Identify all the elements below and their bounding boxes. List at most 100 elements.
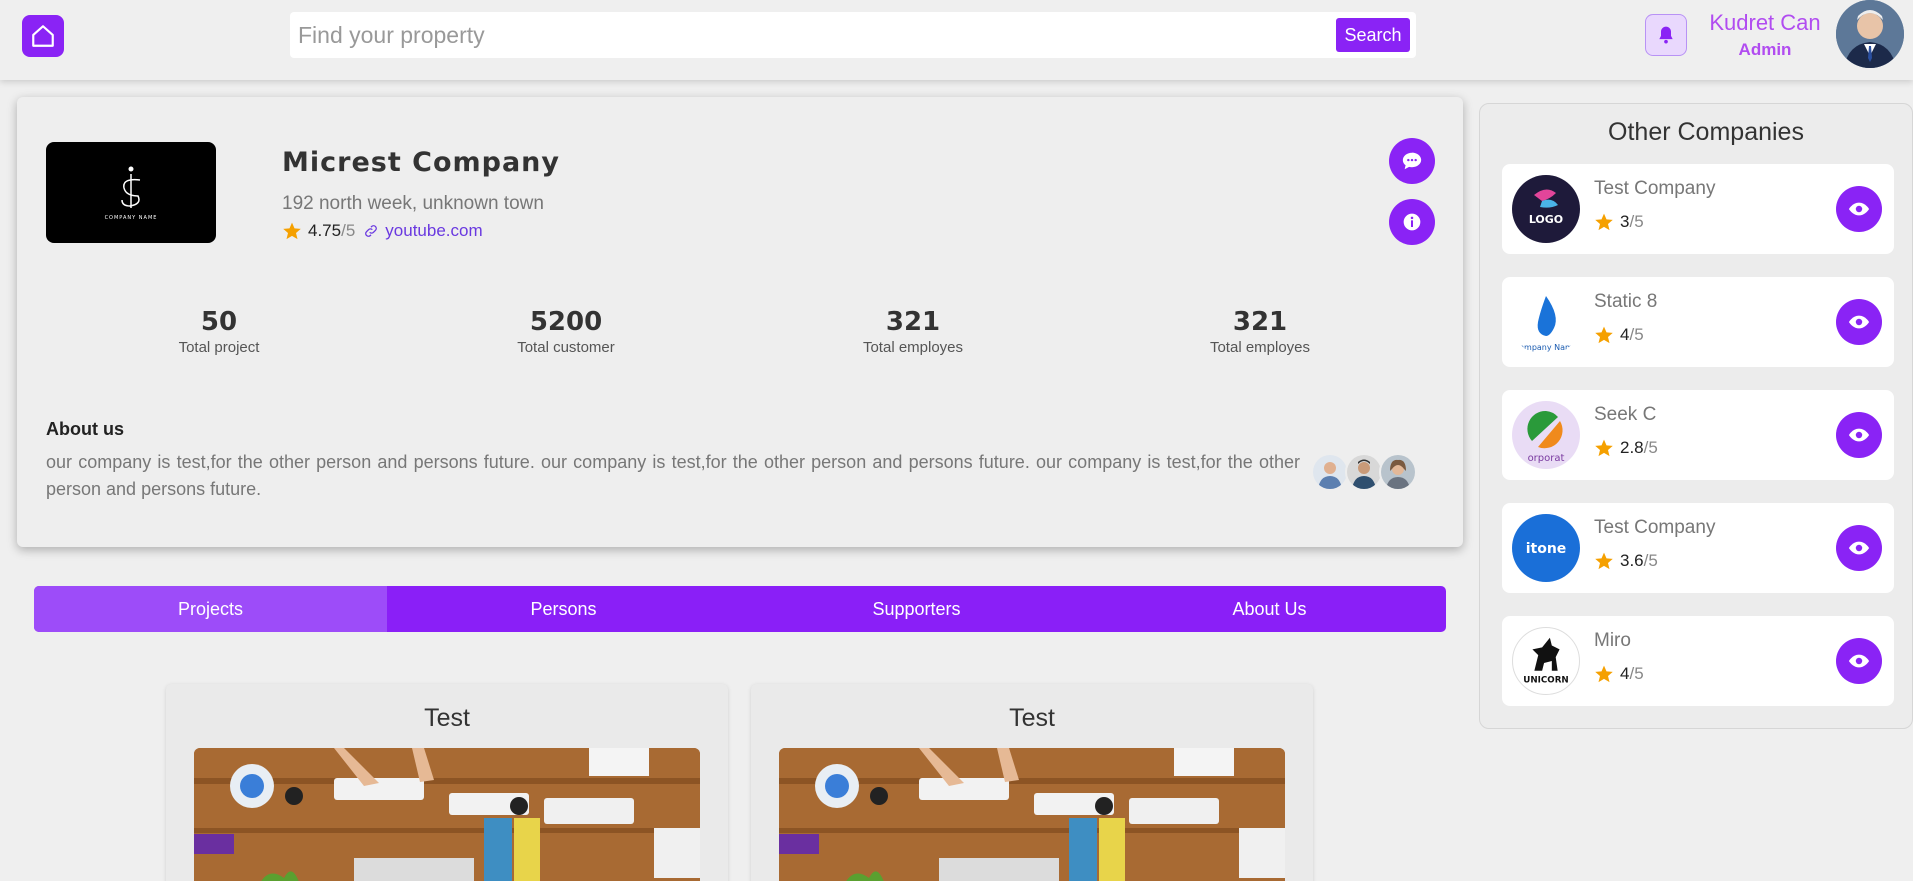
company-list-rating: 3 /5 (1594, 212, 1644, 232)
bell-icon (1659, 26, 1673, 44)
team-avatar[interactable] (1345, 453, 1383, 491)
eye-icon (1848, 202, 1870, 216)
project-card[interactable]: Test (751, 684, 1313, 881)
view-company-button[interactable] (1836, 638, 1882, 684)
rating-value: 3.6 (1620, 551, 1644, 570)
view-company-button[interactable] (1836, 412, 1882, 458)
other-companies-title: Other Companies (1608, 118, 1804, 146)
eye-icon (1848, 428, 1870, 442)
company-logo: COMPANY NAME (46, 142, 216, 243)
eye-icon (1848, 654, 1870, 668)
other-companies-panel: Other Companies LOGO Test Company 3 /5 o… (1479, 103, 1913, 729)
user-name[interactable]: Kudret Can (1700, 10, 1830, 36)
eye-icon (1848, 541, 1870, 555)
home-icon (32, 25, 54, 47)
company-list-logo: orporat (1512, 401, 1580, 469)
team-avatar[interactable] (1311, 453, 1349, 491)
stat-total-project: 50 Total project (119, 307, 319, 356)
rating-value: 4 (1620, 664, 1630, 683)
company-list-logo: ompany Nam (1512, 288, 1580, 356)
stat-value: 50 (200, 307, 238, 337)
tab-projects[interactable]: Projects (34, 586, 387, 632)
info-button[interactable] (1389, 199, 1435, 245)
team-avatar[interactable] (1379, 453, 1417, 491)
notifications-button[interactable] (1645, 14, 1687, 56)
stat-value: 321 (1232, 307, 1288, 337)
avatar-portrait (1836, 0, 1904, 68)
about-text: our company is test,for the other person… (46, 452, 1300, 499)
company-list-logo: itone (1512, 514, 1580, 582)
company-list-name: Test Company (1594, 178, 1716, 199)
rating-max: /5 (1629, 664, 1644, 683)
top-header: Search Kudret Can Admin (0, 0, 1913, 80)
rating-value: 2.8 (1620, 438, 1644, 457)
company-list-rating: 4 /5 (1594, 664, 1644, 684)
star-icon (283, 222, 301, 240)
team-avatars (1311, 453, 1417, 491)
view-company-button[interactable] (1836, 186, 1882, 232)
stat-label: Total employes (1209, 339, 1311, 356)
stat-total-employes: 321 Total employes (813, 307, 1013, 356)
search-input[interactable] (298, 18, 1318, 52)
company-list-item[interactable]: orporat Seek C 2.8 /5 (1502, 390, 1894, 480)
company-list-logo: UNICORN (1512, 627, 1580, 695)
tab-persons[interactable]: Persons (387, 586, 740, 632)
company-card: COMPANY NAME Micrest Company 192 north w… (17, 97, 1463, 547)
about-title: About us (46, 419, 124, 439)
star-icon (1595, 213, 1613, 231)
company-list-name: Seek C (1594, 404, 1657, 425)
stat-value: 321 (885, 307, 941, 337)
svg-text:itone: itone (1526, 541, 1567, 557)
rating-value: 4.75 (308, 221, 342, 240)
rating-max: /5 (1643, 438, 1658, 457)
stat-label: Total employes (862, 339, 964, 356)
svg-text:orporat: orporat (1528, 453, 1565, 464)
company-website-link[interactable]: youtube.com (385, 221, 482, 241)
company-list-item[interactable]: LOGO Test Company 3 /5 (1502, 164, 1894, 254)
star-icon (1595, 326, 1613, 344)
rating-max: /5 (341, 221, 356, 240)
star-icon (1595, 665, 1613, 683)
search-button[interactable]: Search (1336, 18, 1410, 52)
project-title: Test (1009, 704, 1055, 732)
company-rating: 4.75 /5 youtube.com (282, 221, 483, 241)
tab-about-us[interactable]: About Us (1093, 586, 1446, 632)
section-tabs: Projects Persons Supporters About Us (34, 586, 1446, 632)
chat-icon (1402, 152, 1422, 170)
tab-supporters[interactable]: Supporters (740, 586, 1093, 632)
stat-label: Total project (178, 339, 260, 356)
view-company-button[interactable] (1836, 299, 1882, 345)
stat-value: 5200 (529, 307, 603, 337)
project-card[interactable]: Test (166, 684, 728, 881)
rating-max: /5 (1629, 325, 1644, 344)
search-bar: Search (290, 12, 1416, 58)
link-icon (365, 225, 378, 237)
user-avatar[interactable] (1836, 0, 1904, 68)
svg-text:LOGO: LOGO (1529, 213, 1563, 226)
message-button[interactable] (1389, 138, 1435, 184)
company-list-rating: 3.6 /5 (1594, 551, 1658, 571)
rating-value: 3 (1620, 212, 1630, 231)
eye-icon (1848, 315, 1870, 329)
svg-text:UNICORN: UNICORN (1523, 675, 1568, 685)
company-list-name: Static 8 (1594, 291, 1658, 312)
company-logo-caption: COMPANY NAME (104, 215, 158, 221)
company-list-name: Test Company (1594, 517, 1716, 538)
project-image (779, 748, 1285, 881)
company-address: 192 north week, unknown town (282, 193, 544, 214)
stat-total-employes-2: 321 Total employes (1160, 307, 1360, 356)
project-title: Test (424, 704, 470, 732)
rating-max: /5 (1629, 212, 1644, 231)
star-icon (1595, 552, 1613, 570)
rating-value: 4 (1620, 325, 1630, 344)
company-list-logo: LOGO (1512, 175, 1580, 243)
company-list-item[interactable]: ompany Nam Static 8 4 /5 (1502, 277, 1894, 367)
company-list-item[interactable]: itone Test Company 3.6 /5 (1502, 503, 1894, 593)
info-icon (1403, 213, 1421, 231)
company-list-item[interactable]: UNICORN Miro 4 /5 (1502, 616, 1894, 706)
stat-label: Total customer (517, 339, 615, 356)
project-image (194, 748, 700, 881)
home-button[interactable] (22, 15, 64, 57)
view-company-button[interactable] (1836, 525, 1882, 571)
company-logo-mark (121, 166, 141, 208)
